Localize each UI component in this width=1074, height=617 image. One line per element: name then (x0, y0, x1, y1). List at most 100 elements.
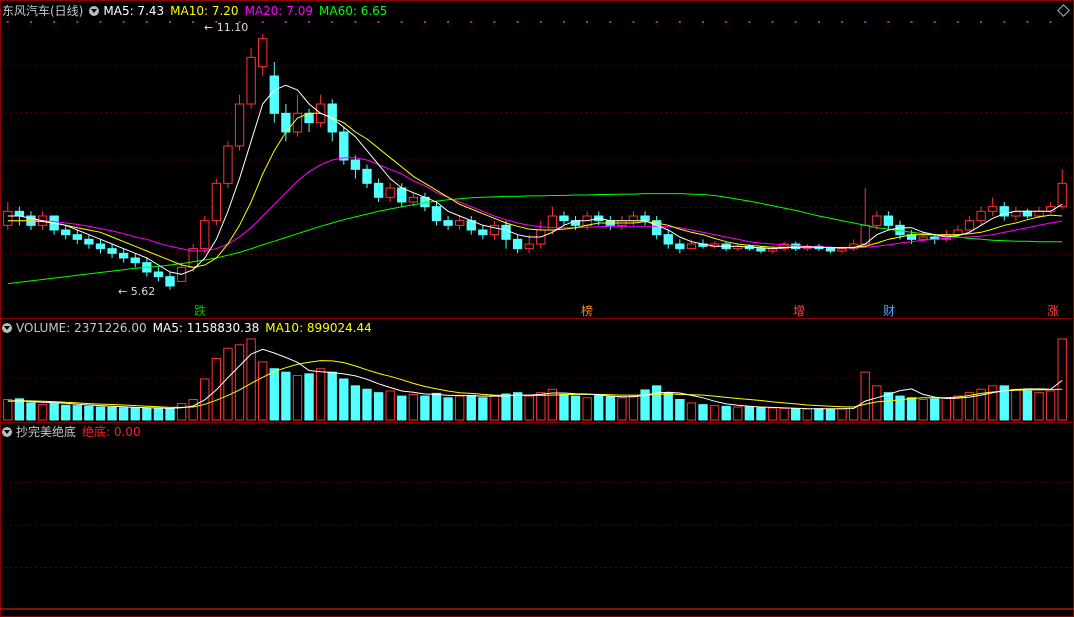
candle-body (524, 243, 534, 250)
volume-bar (223, 347, 233, 421)
info-dot (284, 21, 287, 23)
candle-body (84, 238, 94, 245)
volume-bar (837, 408, 847, 421)
chart-border (0, 0, 1074, 617)
info-dot (470, 21, 473, 23)
volume-bar (721, 405, 731, 421)
event-marker-3[interactable]: 增 (791, 304, 807, 318)
volume-bar (791, 408, 801, 421)
volume-bar (617, 397, 627, 421)
info-dot (887, 21, 890, 23)
candle-body (200, 220, 210, 250)
volume-bar (698, 404, 708, 421)
candle-body (964, 220, 975, 231)
stock-title: 东风汽车(日线) (2, 4, 84, 18)
chart-canvas[interactable] (0, 0, 1074, 617)
candle-body (61, 229, 71, 236)
event-marker-1[interactable]: 跌 (192, 304, 208, 318)
volume-bar (281, 371, 291, 421)
volume-bar (1034, 392, 1044, 421)
candle-body (234, 103, 245, 147)
ma5-line (7, 84, 1063, 275)
panel-divider-indicator (0, 422, 1074, 423)
candle-body (686, 243, 697, 250)
volume-bar (651, 385, 662, 421)
volume-bar (930, 398, 940, 421)
info-dot (586, 21, 589, 23)
volume-bar (107, 406, 117, 421)
info-dot (1003, 21, 1006, 23)
event-label: 财 (883, 304, 896, 318)
info-dot (702, 21, 705, 23)
dropdown-icon[interactable] (2, 427, 12, 437)
candle-body (339, 131, 349, 161)
volume-bar (825, 408, 836, 421)
volume-bar (153, 408, 164, 421)
candle-body (872, 215, 882, 226)
indicator-value: 绝底: 0.00 (82, 425, 141, 439)
volume-bar (130, 407, 140, 421)
volume-bar (420, 395, 430, 421)
volume-bar (84, 405, 94, 421)
candle-body (1057, 182, 1067, 208)
info-dot (6, 21, 9, 23)
volume-bar (258, 361, 268, 421)
info-dot (1049, 21, 1052, 23)
candle-body (918, 236, 928, 240)
volume-bar (188, 399, 198, 421)
volume-bar (397, 395, 407, 421)
info-dot (748, 21, 751, 23)
volume-bar (37, 404, 48, 421)
candle-body (72, 234, 82, 240)
volume-bar (350, 385, 361, 421)
candle-body (1022, 210, 1033, 217)
info-dot (145, 21, 148, 23)
volume-bar (478, 397, 488, 421)
event-marker-4[interactable]: 财 (881, 304, 897, 318)
candle-body (385, 187, 395, 198)
event-marker-5[interactable]: 涨 (1045, 304, 1061, 318)
info-dot (841, 21, 844, 23)
volume-bar (165, 408, 175, 421)
panel-divider-volume (0, 318, 1074, 319)
info-dot (725, 21, 728, 23)
info-dot (655, 21, 658, 23)
volume-bar (918, 399, 928, 421)
info-dot (980, 21, 983, 23)
volume-bar (489, 395, 500, 421)
event-marker-2[interactable]: 榜 (579, 304, 595, 318)
candle-body (663, 234, 673, 245)
candle-body (397, 187, 407, 203)
candle-body (501, 224, 511, 240)
dropdown-icon[interactable] (2, 323, 12, 333)
volume-bar (547, 388, 558, 421)
volume-bar (536, 392, 546, 421)
volume-bar (733, 406, 743, 421)
info-dot (678, 21, 681, 23)
candle-body (408, 196, 419, 203)
candle-body (455, 220, 465, 226)
volume-bar (814, 408, 824, 421)
event-label: 榜 (581, 304, 594, 318)
candle-body (837, 248, 847, 252)
dropdown-icon[interactable] (89, 6, 100, 16)
volume-bar (443, 397, 453, 421)
info-dot (794, 21, 797, 23)
volume-bar (1045, 390, 1056, 421)
candle-body (825, 248, 836, 252)
volume-bar (72, 405, 82, 421)
info-dot (192, 21, 195, 23)
volume-bar (234, 344, 245, 421)
info-dot (261, 21, 264, 23)
info-dot (493, 21, 496, 23)
volume-bar (501, 393, 511, 421)
volume-bar (466, 394, 476, 421)
volume-bar (988, 385, 998, 421)
info-dot (423, 21, 426, 23)
candle-body (350, 159, 361, 170)
candle-body (512, 238, 523, 250)
volume-bar (455, 395, 465, 421)
candle-body (258, 38, 268, 68)
info-dot (1026, 21, 1029, 23)
volume-bar (246, 338, 256, 421)
